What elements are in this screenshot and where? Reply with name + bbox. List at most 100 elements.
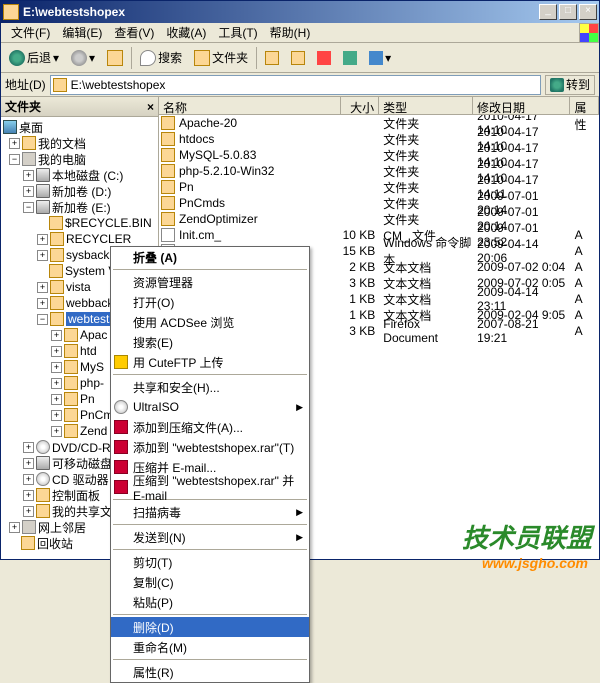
expander[interactable]: +	[23, 442, 34, 453]
separator	[113, 659, 307, 660]
expander[interactable]: +	[51, 394, 62, 405]
menu-ultraiso[interactable]: UltraISO▶	[111, 397, 309, 417]
menu-sendto[interactable]: 发送到(N)▶	[111, 527, 309, 547]
expander[interactable]: −	[37, 314, 48, 325]
menu-delete[interactable]: 删除(D)	[111, 617, 309, 637]
window-title: E:\webtestshopex	[23, 5, 537, 19]
folder-icon	[64, 424, 78, 438]
tree-item[interactable]: +本地磁盘 (C:)	[3, 167, 156, 183]
menu-scan[interactable]: 扫描病毒▶	[111, 502, 309, 522]
folder-icon	[50, 280, 64, 294]
forward-icon	[71, 50, 87, 66]
column-name[interactable]: 名称	[159, 97, 341, 114]
drive-icon	[36, 200, 50, 214]
menu-acdsee[interactable]: 使用 ACDSee 浏览	[111, 312, 309, 332]
expander[interactable]: +	[23, 474, 34, 485]
menu-cut[interactable]: 剪切(T)	[111, 552, 309, 572]
menu-paste[interactable]: 粘贴(P)	[111, 592, 309, 612]
expander[interactable]: −	[9, 154, 20, 165]
expander[interactable]: +	[23, 458, 34, 469]
tree-item[interactable]: −新加卷 (E:)	[3, 199, 156, 215]
column-size[interactable]: 大小	[341, 97, 379, 114]
sidebar-close-button[interactable]: ×	[147, 100, 154, 114]
column-attr[interactable]: 属性	[570, 97, 599, 114]
tree-item[interactable]: +我的文档	[3, 135, 156, 151]
minimize-button[interactable]: _	[539, 4, 557, 20]
tree-item[interactable]: +新加卷 (D:)	[3, 183, 156, 199]
column-date[interactable]: 修改日期	[473, 97, 571, 114]
menu-favorites[interactable]: 收藏(A)	[160, 22, 212, 43]
menu-add-to[interactable]: 添加到 "webtestshopex.rar"(T)	[111, 437, 309, 457]
menu-explorer[interactable]: 资源管理器	[111, 272, 309, 292]
column-type[interactable]: 类型	[379, 97, 473, 114]
back-button[interactable]: 后退 ▾	[5, 47, 63, 68]
expander[interactable]: +	[51, 378, 62, 389]
views-icon	[369, 51, 383, 65]
folder-icon	[64, 328, 78, 342]
folder-icon	[50, 248, 64, 262]
menu-collapse[interactable]: 折叠 (A)	[111, 247, 309, 267]
expander[interactable]: +	[23, 506, 34, 517]
rar-icon	[114, 440, 128, 454]
expander[interactable]: +	[51, 410, 62, 421]
expander[interactable]: +	[9, 138, 20, 149]
expander[interactable]: −	[23, 202, 34, 213]
file-icon	[161, 228, 175, 242]
expander[interactable]: +	[51, 426, 62, 437]
folder-icon	[22, 136, 36, 150]
expander[interactable]: +	[23, 186, 34, 197]
expander[interactable]: +	[37, 282, 48, 293]
expander[interactable]: +	[51, 330, 62, 341]
close-button[interactable]: ×	[579, 4, 597, 20]
up-button[interactable]	[103, 48, 127, 68]
expander[interactable]: +	[37, 250, 48, 261]
expander[interactable]: +	[23, 170, 34, 181]
menu-cuteftp[interactable]: 用 CuteFTP 上传	[111, 352, 309, 372]
folder-icon	[161, 196, 175, 210]
folders-button[interactable]: 文件夹	[190, 47, 252, 68]
expander[interactable]: +	[51, 362, 62, 373]
maximize-button[interactable]: □	[559, 4, 577, 20]
expander[interactable]: +	[51, 346, 62, 357]
menu-share[interactable]: 共享和安全(H)...	[111, 377, 309, 397]
menu-rename[interactable]: 重命名(M)	[111, 637, 309, 657]
address-input[interactable]: E:\webtestshopex	[50, 75, 541, 95]
tree-desktop[interactable]: 桌面	[3, 119, 156, 135]
separator	[113, 269, 307, 270]
submenu-arrow-icon: ▶	[296, 507, 303, 518]
recycle-bin-icon	[21, 536, 35, 550]
windows-logo-icon	[579, 23, 599, 43]
menu-email-to[interactable]: 压缩到 "webtestshopex.rar" 并 E-mail	[111, 477, 309, 497]
separator	[113, 614, 307, 615]
up-folder-icon	[107, 50, 123, 66]
menu-properties[interactable]: 属性(R)	[111, 662, 309, 682]
menu-help[interactable]: 帮助(H)	[264, 22, 317, 43]
tool-button[interactable]	[261, 49, 283, 67]
search-button[interactable]: 搜索	[136, 47, 186, 68]
expander[interactable]: +	[37, 234, 48, 245]
tree-item[interactable]: $RECYCLE.BIN	[3, 215, 156, 231]
menu-file[interactable]: 文件(F)	[5, 22, 56, 43]
network-icon	[22, 520, 36, 534]
expander[interactable]: +	[9, 522, 20, 533]
menu-copy[interactable]: 复制(C)	[111, 572, 309, 592]
expander[interactable]: +	[37, 298, 48, 309]
tool-button[interactable]	[339, 49, 361, 67]
expander[interactable]: +	[23, 490, 34, 501]
goto-button[interactable]: 转到	[545, 75, 595, 95]
menu-view[interactable]: 查看(V)	[108, 22, 160, 43]
tool-button[interactable]	[313, 49, 335, 67]
menu-add-archive[interactable]: 添加到压缩文件(A)...	[111, 417, 309, 437]
views-button[interactable]: ▾	[365, 49, 395, 67]
menu-open[interactable]: 打开(O)	[111, 292, 309, 312]
menu-search[interactable]: 搜索(E)	[111, 332, 309, 352]
tree-item[interactable]: −我的电脑	[3, 151, 156, 167]
menu-edit[interactable]: 编辑(E)	[56, 22, 108, 43]
forward-button[interactable]: ▾	[67, 48, 99, 68]
folder-icon	[161, 116, 175, 130]
tool-button[interactable]	[287, 49, 309, 67]
folder-icon	[64, 392, 78, 406]
cuteftp-icon	[114, 355, 128, 369]
tree-item[interactable]: +RECYCLER	[3, 231, 156, 247]
menu-tools[interactable]: 工具(T)	[212, 22, 263, 43]
